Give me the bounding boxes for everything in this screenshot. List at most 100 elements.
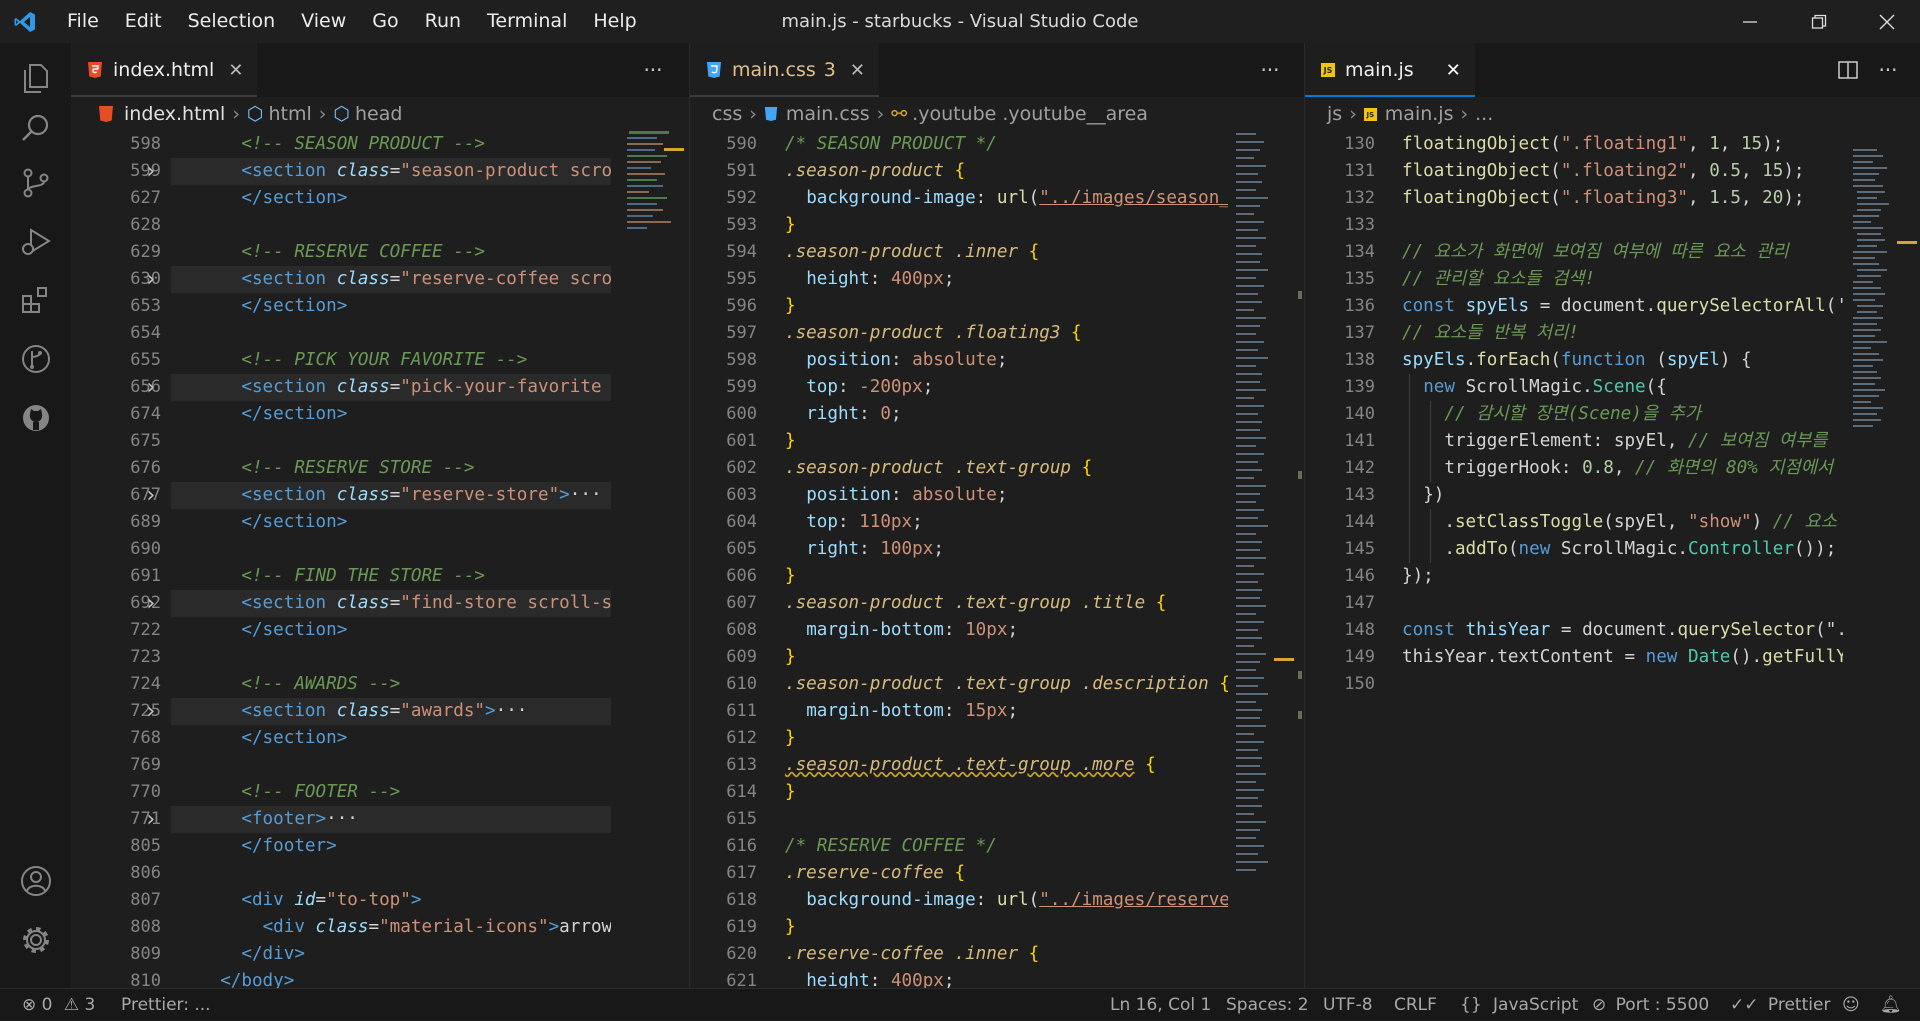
breadcrumb-head[interactable]: head xyxy=(355,103,402,125)
code-line[interactable]: spyEls.forEach(function (spyEl) { xyxy=(1402,347,1843,374)
code-line[interactable]: </div> xyxy=(199,941,611,968)
encoding[interactable]: UTF-8 xyxy=(1323,989,1373,1021)
more-actions-button[interactable]: ··· xyxy=(633,43,673,97)
code-line[interactable]: <section class="find-store scroll-spy' xyxy=(199,590,611,617)
prettier-status[interactable]: ✓✓ Prettier xyxy=(1730,989,1830,1021)
code-line[interactable]: .season-product .text-group { xyxy=(785,455,1228,482)
code-line[interactable]: .season-product .inner { xyxy=(785,239,1228,266)
code-line[interactable]: <!-- RESERVE STORE --> xyxy=(199,455,611,482)
code-line[interactable]: .season-product .text-group .title { xyxy=(785,590,1228,617)
code-line[interactable]: height: 400px; xyxy=(785,968,1228,988)
code-line[interactable] xyxy=(199,644,611,671)
code-line[interactable]: .season-product .text-group .description… xyxy=(785,671,1228,698)
code-line[interactable]: <!-- RESERVE COFFEE --> xyxy=(199,239,611,266)
code-line[interactable]: background-image: url("../images/season_ xyxy=(785,185,1228,212)
code-line[interactable]: </footer> xyxy=(199,833,611,860)
code-line[interactable]: <section class="reserve-coffee scroll- xyxy=(199,266,611,293)
minimap[interactable] xyxy=(619,131,689,988)
code-line[interactable]: .season-product .floating3 { xyxy=(785,320,1228,347)
code-line[interactable]: }) xyxy=(1402,482,1843,509)
code-line[interactable]: margin-bottom: 15px; xyxy=(785,698,1228,725)
problems-indicator[interactable]: ⊗ 0 ⚠ 3 xyxy=(22,989,95,1021)
code-line[interactable]: const spyEls = document.querySelectorAll… xyxy=(1402,293,1843,320)
split-editor-button[interactable] xyxy=(1828,43,1868,97)
code-line[interactable]: background-image: url("../images/reserve xyxy=(785,887,1228,914)
code-line[interactable]: floatingObject(".floating3", 1.5, 20); xyxy=(1402,185,1843,212)
fold-chevron-icon[interactable]: › xyxy=(144,482,157,509)
menu-selection[interactable]: Selection xyxy=(175,0,289,43)
code-line[interactable]: <section class="pick-your-favorite scr xyxy=(199,374,611,401)
code-line[interactable]: .setClassToggle(spyEl, "show") // 요소 xyxy=(1402,509,1843,536)
code-line[interactable] xyxy=(1402,212,1843,239)
code-line[interactable] xyxy=(1402,590,1843,617)
tab-main-js[interactable]: JS main.js ✕ xyxy=(1305,43,1475,97)
live-server-port[interactable]: ⊘ Port : 5500 xyxy=(1592,989,1709,1021)
fold-chevron-icon[interactable]: › xyxy=(144,590,157,617)
code-line[interactable]: <div id="to-top"> xyxy=(199,887,611,914)
breadcrumb-symbol[interactable]: ... xyxy=(1475,103,1493,125)
language-mode[interactable]: {} JavaScript xyxy=(1460,989,1578,1021)
menu-view[interactable]: View xyxy=(288,0,359,43)
code-line[interactable]: .reserve-coffee { xyxy=(785,860,1228,887)
code-line[interactable] xyxy=(1402,671,1843,698)
code-line[interactable]: <!-- AWARDS --> xyxy=(199,671,611,698)
code-line[interactable]: </section> xyxy=(199,293,611,320)
menu-edit[interactable]: Edit xyxy=(112,0,175,43)
breadcrumb-selector[interactable]: .youtube .youtube__area xyxy=(912,103,1148,125)
code-line[interactable]: </body> xyxy=(199,968,611,988)
code-line[interactable]: position: absolute; xyxy=(785,347,1228,374)
code-line[interactable] xyxy=(199,320,611,347)
code-line[interactable] xyxy=(199,428,611,455)
code-line[interactable]: thisYear.textContent = new Date().getFul… xyxy=(1402,644,1843,671)
code-line[interactable]: <!-- FOOTER --> xyxy=(199,779,611,806)
code-line[interactable]: </section> xyxy=(199,617,611,644)
code-line[interactable]: // 요소가 화면에 보여짐 여부에 따른 요소 관리 xyxy=(1402,239,1843,266)
code-line[interactable]: .reserve-coffee .inner { xyxy=(785,941,1228,968)
code-line[interactable]: height: 400px; xyxy=(785,266,1228,293)
tab-index-html[interactable]: index.html ✕ xyxy=(71,43,258,97)
more-actions-button[interactable]: ··· xyxy=(1868,43,1908,97)
fold-chevron-icon[interactable]: › xyxy=(144,806,157,833)
code-line[interactable]: triggerElement: spyEl, // 보여짐 여부를 xyxy=(1402,428,1843,455)
code-line[interactable]: <!-- FIND THE STORE --> xyxy=(199,563,611,590)
code-line[interactable]: <section class="reserve-store">··· xyxy=(199,482,611,509)
code-line[interactable]: new ScrollMagic.Scene({ xyxy=(1402,374,1843,401)
fold-chevron-icon[interactable]: › xyxy=(144,698,157,725)
code-line[interactable]: /* RESERVE COFFEE */ xyxy=(785,833,1228,860)
breadcrumb-file[interactable]: main.js xyxy=(1385,103,1454,125)
manage-button[interactable] xyxy=(0,905,71,975)
code-line[interactable]: top: 110px; xyxy=(785,509,1228,536)
close-window-button[interactable] xyxy=(1852,0,1920,43)
code-line[interactable]: }); xyxy=(1402,563,1843,590)
fold-chevron-icon[interactable]: › xyxy=(144,158,157,185)
line-endings[interactable]: CRLF xyxy=(1394,989,1437,1021)
breadcrumb-file[interactable]: index.html xyxy=(124,103,225,125)
menu-file[interactable]: File xyxy=(54,0,112,43)
code-line[interactable]: } xyxy=(785,293,1228,320)
code-line[interactable]: } xyxy=(785,725,1228,752)
code-line[interactable]: </section> xyxy=(199,509,611,536)
feedback-button[interactable]: ☺ xyxy=(1842,989,1860,1021)
code-line[interactable]: } xyxy=(785,428,1228,455)
code-line[interactable]: </section> xyxy=(199,725,611,752)
close-tab-icon[interactable]: ✕ xyxy=(228,60,243,81)
menu-run[interactable]: Run xyxy=(412,0,474,43)
code-line[interactable]: } xyxy=(785,914,1228,941)
code-line[interactable] xyxy=(199,212,611,239)
fold-chevron-icon[interactable]: › xyxy=(144,374,157,401)
tab-main-css[interactable]: main.css 3 ✕ xyxy=(690,43,879,97)
code-line[interactable]: <div class="material-icons">arrow_up xyxy=(199,914,611,941)
code-line[interactable] xyxy=(199,860,611,887)
code-line[interactable]: <footer>··· xyxy=(199,806,611,833)
editor-divider[interactable] xyxy=(689,43,690,988)
menu-go[interactable]: Go xyxy=(359,0,411,43)
code-line[interactable]: <section class="season-product scroll- xyxy=(199,158,611,185)
breadcrumb-folder[interactable]: js xyxy=(1327,103,1342,125)
more-actions-button[interactable]: ··· xyxy=(1250,43,1290,97)
code-line[interactable]: right: 100px; xyxy=(785,536,1228,563)
code-line[interactable]: .season-product { xyxy=(785,158,1228,185)
menu-terminal[interactable]: Terminal xyxy=(474,0,580,43)
notifications-button[interactable]: 🔔︎ xyxy=(1880,989,1902,1021)
github-button[interactable] xyxy=(0,383,71,453)
code-line[interactable]: top: -200px; xyxy=(785,374,1228,401)
